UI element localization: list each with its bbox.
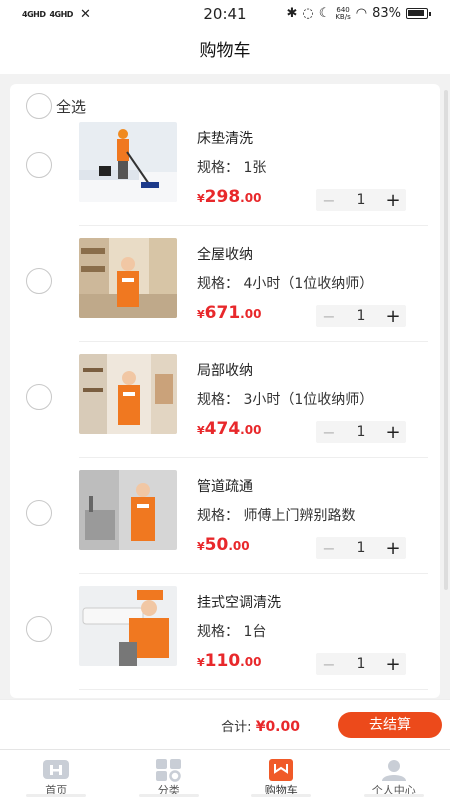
price-decimal: .00 [240, 307, 262, 321]
cart-item: 挂式空调清洗 规格： 1台 ¥110.00 − 1 + [10, 552, 440, 690]
price-decimal: .00 [240, 191, 262, 205]
price-integer: 110 [204, 651, 241, 671]
increase-button[interactable]: + [380, 654, 406, 675]
net-speed-unit: KB/s [335, 12, 351, 21]
total-amount: ¥0.00 [255, 719, 300, 735]
item-spec: 规格： 1张 [197, 160, 267, 176]
checkout-button[interactable]: 去结算 [338, 712, 442, 738]
pipe-unclogging-photo[interactable] [79, 470, 177, 550]
page-header: 购物车 [0, 28, 450, 74]
mute-icon: ◌ [302, 6, 314, 21]
bluetooth-icon: ✱ [286, 6, 298, 21]
mattress-cleaning-photo[interactable] [79, 122, 177, 202]
cart-item: 管道疏通 规格： 师傅上门辨别路数 ¥50.00 − 1 + [10, 436, 440, 574]
tab-profile[interactable]: 个人中心 [338, 750, 450, 800]
item-name: 局部收纳 [197, 363, 253, 379]
wifi-icon: ◠ [355, 6, 368, 21]
price-currency: ¥ [197, 656, 205, 669]
total-price: 合计: ¥0.00 [221, 716, 300, 735]
ac-cleaning-photo[interactable] [79, 586, 177, 666]
item-spec: 规格： 3小时（1位收纳师） [197, 392, 374, 408]
item-radio[interactable] [26, 500, 52, 526]
item-name: 全屋收纳 [197, 247, 253, 263]
tab-cart[interactable]: 购物车 [225, 750, 338, 800]
cart-item: 全屋收纳 规格： 4小时（1位收纳师） ¥671.00 − 1 + [10, 204, 440, 342]
decrease-button[interactable]: − [316, 655, 342, 674]
battery-percent: 83% [372, 6, 401, 21]
net-speed: 640 KB/s [335, 6, 351, 21]
bottom-tab-bar: 首页 分类 购物车 个人中心 [0, 749, 450, 800]
quantity-stepper: − 1 + [316, 653, 406, 675]
home-indicator [0, 794, 450, 797]
whole-house-storage-photo[interactable] [79, 238, 177, 318]
item-radio[interactable] [26, 384, 52, 410]
item-radio[interactable] [26, 616, 52, 642]
price-decimal: .00 [228, 539, 250, 553]
item-price: ¥110.00 [197, 651, 261, 671]
home-icon [42, 758, 70, 784]
item-radio[interactable] [26, 152, 52, 178]
item-name: 管道疏通 [197, 479, 253, 495]
item-spec: 规格： 4小时（1位收纳师） [197, 276, 374, 292]
moon-icon: ☾ [318, 6, 331, 21]
page-title: 购物车 [199, 41, 251, 61]
item-radio[interactable] [26, 268, 52, 294]
item-name: 床垫清洗 [197, 131, 253, 147]
price-decimal: .00 [240, 423, 262, 437]
quantity-value: 1 [356, 656, 366, 672]
battery-icon [406, 8, 431, 19]
item-spec: 规格： 师傅上门辨别路数 [197, 508, 356, 524]
tab-category[interactable]: 分类 [113, 750, 226, 800]
checkout-bar: 合计: ¥0.00 去结算 [0, 699, 450, 749]
status-bar: 4GHD 4GHD ✕ 20:41 ✱ ◌ ☾ 640 KB/s ◠ 83% [0, 0, 450, 28]
item-divider [79, 689, 428, 690]
partial-storage-photo[interactable] [79, 354, 177, 434]
total-label: 合计: [221, 720, 252, 735]
tab-home[interactable]: 首页 [0, 750, 113, 800]
scrollbar[interactable] [444, 90, 448, 590]
cart-item: 床垫清洗 规格： 1张 ¥298.00 − 1 + [10, 88, 440, 226]
status-right: ✱ ◌ ☾ 640 KB/s ◠ 83% [286, 6, 431, 21]
item-spec: 规格： 1台 [197, 624, 267, 640]
item-name: 挂式空调清洗 [197, 595, 281, 611]
cart-list: 全选 床垫清洗 规格： 1张 ¥298.00 − 1 + 全屋收纳 规格： 4小… [10, 84, 440, 698]
price-decimal: .00 [240, 655, 262, 669]
cart-item: 局部收纳 规格： 3小时（1位收纳师） ¥474.00 − 1 + [10, 320, 440, 458]
